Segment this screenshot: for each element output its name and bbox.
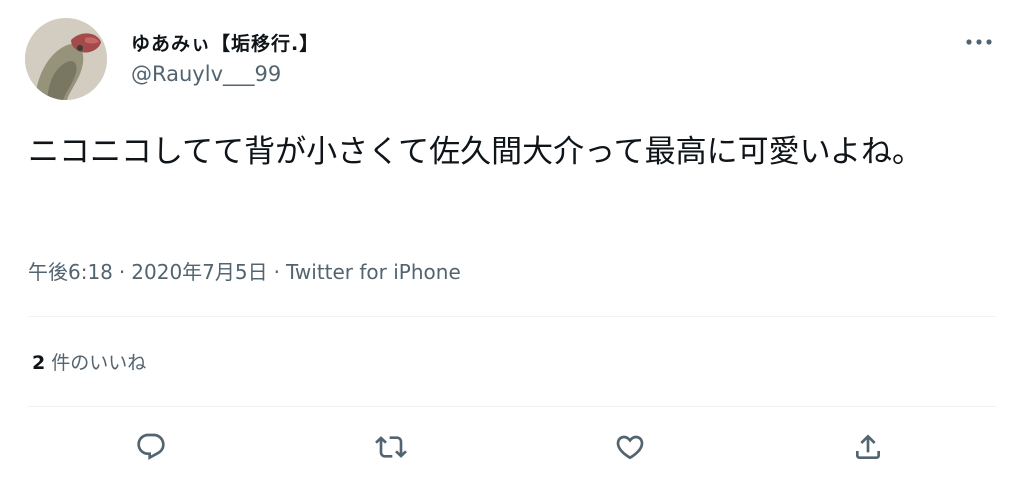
avatar-image [25, 18, 107, 100]
like-button[interactable] [611, 428, 649, 466]
likes-label: 件のいいね [51, 352, 147, 374]
tweet-meta: 午後6:18 · 2020年7月5日 · Twitter for iPhone [28, 256, 461, 285]
avatar[interactable] [25, 18, 107, 100]
more-button[interactable] [962, 27, 996, 57]
retweet-icon [375, 436, 407, 458]
tweet-card: ゆあみぃ【垢移行.】 @Rauylv___99 ニコニコしてて背が小さくて佐久間… [0, 0, 1024, 489]
tweet-text: ニコニコしてて背が小さくて佐久間大介って最高に可愛いよね。 [28, 134, 923, 170]
tweet-time[interactable]: 午後6:18 [28, 260, 113, 284]
share-icon [856, 434, 880, 459]
tweet-source[interactable]: Twitter for iPhone [286, 260, 461, 284]
user-handle[interactable]: @Rauylv___99 [131, 62, 281, 86]
divider [28, 406, 996, 407]
retweet-button[interactable] [372, 428, 410, 466]
meta-separator: · [118, 260, 126, 284]
display-name[interactable]: ゆあみぃ【垢移行.】 [131, 29, 319, 56]
divider [28, 316, 996, 317]
meta-separator: · [273, 260, 280, 284]
reply-icon [137, 433, 165, 460]
likes-count: 2 [32, 352, 46, 374]
share-button[interactable] [849, 428, 887, 466]
reply-button[interactable] [132, 428, 170, 466]
more-icon [966, 39, 992, 45]
tweet-date[interactable]: 2020年7月5日 [131, 260, 267, 284]
likes-stat[interactable]: 2 件のいいね [32, 348, 146, 375]
heart-icon [616, 435, 644, 460]
